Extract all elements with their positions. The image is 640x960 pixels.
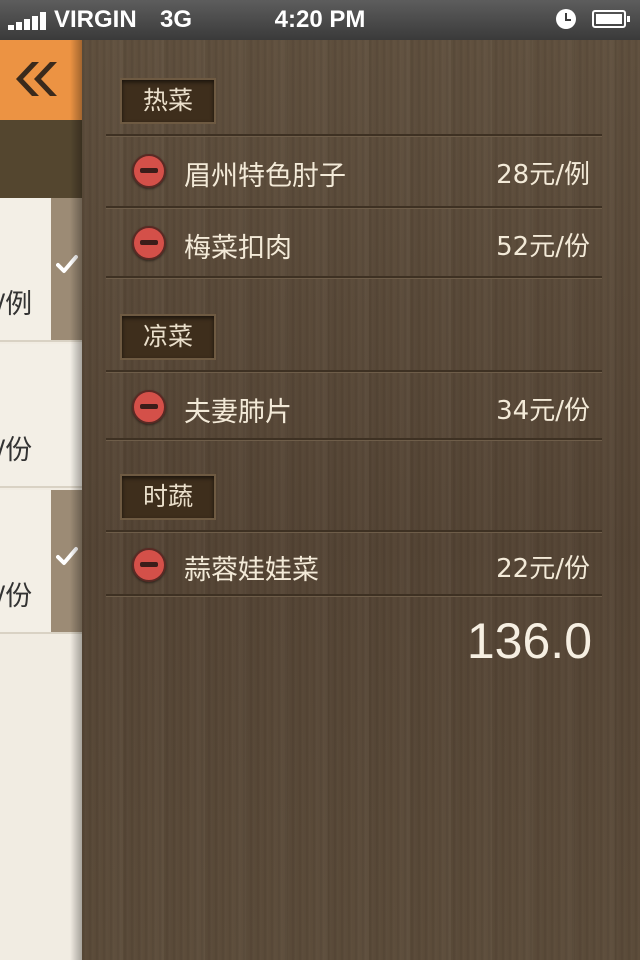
dish-name: 蒜蓉娃娃菜 [184,555,319,586]
divider [106,594,602,597]
divider [106,438,602,441]
remove-item-icon[interactable] [132,226,166,260]
divider [106,134,602,137]
remove-item-icon[interactable] [132,154,166,188]
dish-name: 梅菜扣肉 [184,233,292,264]
divider [106,370,602,373]
menu-item-price: /份 [0,581,33,612]
alarm-clock-icon [556,9,576,29]
dish-price: 52元/份 [496,232,590,262]
status-bar: VIRGIN 3G 4:20 PM [0,0,640,40]
divider [106,206,602,209]
remove-item-icon[interactable] [132,548,166,582]
dish-name: 眉州特色肘子 [184,161,346,192]
status-time: 4:20 PM [274,6,366,33]
battery-icon [592,10,630,28]
dish-name: 夫妻肺片 [184,397,292,428]
category-label-cold: 凉菜 [120,314,216,360]
divider [106,276,602,279]
order-item: 蒜蓉娃娃菜 22元/份 [106,532,602,600]
order-total: 136.0 [466,613,592,669]
menu-item-price: /例 [0,289,33,320]
remove-item-icon[interactable] [132,390,166,424]
double-chevron-left-icon [16,62,57,96]
order-panel: 热菜 眉州特色肘子 28元/例 梅菜扣肉 52元/份 凉菜 夫妻肺片 34元/份… [82,40,640,960]
category-label-veg: 时蔬 [120,474,216,520]
dish-price: 34元/份 [496,396,590,426]
category-label-hot: 热菜 [120,78,216,124]
dish-price: 28元/例 [496,160,590,190]
order-item: 梅菜扣肉 52元/份 [106,210,602,278]
order-item: 夫妻肺片 34元/份 [106,374,602,442]
dish-price: 22元/份 [496,554,590,584]
order-item: 眉州特色肘子 28元/例 [106,138,602,206]
menu-item-price: /份 [0,435,33,466]
